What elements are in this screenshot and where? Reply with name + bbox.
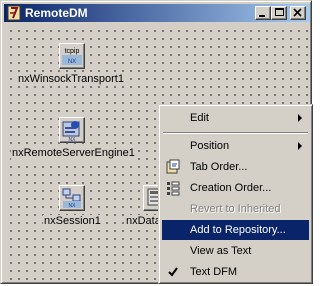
close-button[interactable]	[290, 6, 306, 20]
menu-item-creation-order[interactable]: Creation Order...	[162, 178, 309, 198]
remote-server-engine-icon: NX	[62, 121, 80, 142]
menu-item-label: Position	[190, 140, 230, 152]
component-label: nxWinsockTransport1	[17, 73, 125, 86]
minimize-icon	[259, 15, 265, 17]
remote-server-engine-component[interactable]: NX	[59, 117, 85, 143]
svg-text:tcpip: tcpip	[65, 48, 80, 55]
menu-item-revert-to-inherited: Revert to Inherited	[162, 199, 309, 219]
checkmark-icon	[168, 267, 178, 277]
menu-item-text-dfm[interactable]: Text DFM	[162, 262, 309, 282]
submenu-arrow-icon	[298, 142, 302, 150]
menu-item-view-as-text[interactable]: View as Text	[162, 241, 309, 261]
creation-order-icon	[167, 181, 180, 196]
svg-text:NX: NX	[69, 203, 77, 209]
session-icon: NX	[62, 188, 81, 209]
maximize-icon	[275, 8, 284, 16]
submenu-arrow-icon	[298, 114, 302, 122]
menu-item-label: Creation Order...	[190, 182, 272, 194]
component-label: nxSession1	[43, 215, 102, 228]
minimize-button[interactable]	[255, 6, 271, 20]
menu-item-label: Edit	[190, 112, 209, 124]
menu-item-label: View as Text	[190, 245, 252, 257]
tcpip-transport-icon: tcpip NX	[62, 48, 82, 65]
delphi-form-icon[interactable]	[7, 5, 21, 21]
menu-item-label: Add to Repository...	[190, 224, 286, 236]
menu-item-label: Revert to Inherited	[190, 203, 281, 215]
menu-separator	[163, 132, 308, 134]
menu-item-tab-order[interactable]: Tab Order...	[162, 157, 309, 177]
close-icon	[293, 8, 302, 17]
session-component[interactable]: NX	[59, 185, 85, 211]
maximize-button[interactable]	[271, 6, 287, 20]
title-bar[interactable]: RemoteDM	[4, 4, 310, 22]
menu-item-label: Tab Order...	[190, 161, 248, 173]
menu-item-label: Text DFM	[190, 266, 238, 278]
context-menu: Edit Position Tab Order... Creation Orde…	[158, 104, 313, 284]
tcpip-transport-component[interactable]: tcpip NX	[59, 43, 85, 69]
menu-item-edit[interactable]: Edit	[162, 108, 309, 128]
menu-item-add-to-repository[interactable]: Add to Repository...	[162, 220, 309, 240]
svg-text:NX: NX	[68, 59, 76, 65]
component-label: nxData	[125, 215, 162, 228]
window-title: RemoteDM	[25, 6, 88, 20]
menu-item-position[interactable]: Position	[162, 136, 309, 156]
component-label: nxRemoteServerEngine1	[11, 147, 136, 160]
svg-text:NX: NX	[69, 137, 77, 142]
tab-order-icon	[166, 159, 180, 174]
